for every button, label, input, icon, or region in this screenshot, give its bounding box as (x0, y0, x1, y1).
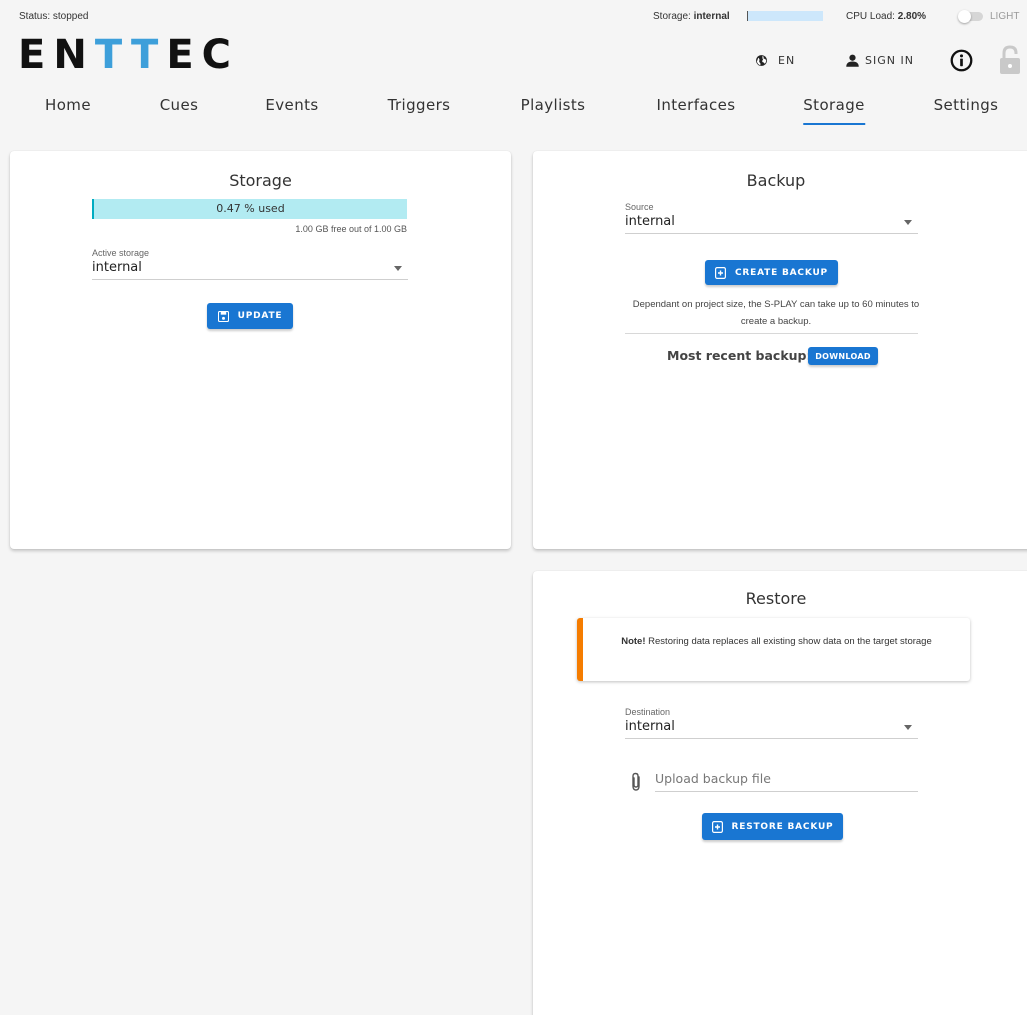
logo-letter: E (18, 32, 54, 78)
file-add-icon (711, 820, 723, 833)
backup-card: Backup Source internal CREATE BACKUP Dep… (533, 151, 1027, 549)
note-bold: Note! (621, 636, 646, 647)
storage-free-text: 1.00 GB free out of 1.00 GB (295, 224, 407, 234)
logo-letter: T (94, 32, 132, 78)
status-text: Status: stopped (19, 11, 89, 22)
upload-backup-input[interactable]: Upload backup file (655, 771, 918, 792)
storage-usage-text: 0.47 % used (216, 202, 285, 215)
tab-interfaces[interactable]: Interfaces (657, 96, 736, 126)
storage-status-value: internal (693, 11, 730, 22)
main-nav: Home Cues Events Triggers Playlists Inte… (0, 96, 1027, 130)
tab-events[interactable]: Events (265, 96, 318, 126)
storage-status-label: Storage: (653, 11, 691, 22)
sign-in-button[interactable]: SIGN IN (845, 52, 914, 68)
storage-mini-bar (747, 11, 823, 21)
sign-in-label: SIGN IN (865, 53, 914, 67)
cpu-value: 2.80% (897, 11, 927, 22)
chevron-down-icon (904, 220, 912, 225)
logo-letter: E (166, 32, 202, 78)
cpu-label: CPU Load: (846, 11, 895, 22)
update-button-label: UPDATE (237, 311, 283, 321)
chevron-down-icon (394, 266, 402, 271)
logo-letter: C (201, 32, 239, 78)
enttec-logo: ENTTEC (18, 32, 239, 78)
tab-home[interactable]: Home (45, 96, 91, 126)
chevron-down-icon (904, 725, 912, 730)
tab-triggers[interactable]: Triggers (388, 96, 451, 126)
restore-card-title: Restore (745, 589, 807, 608)
logo-letter: T (131, 32, 167, 78)
language-selector[interactable]: EN (755, 52, 795, 68)
active-storage-value: internal (92, 260, 142, 275)
tab-cues[interactable]: Cues (160, 96, 199, 126)
theme-label: LIGHT (990, 11, 1020, 22)
create-backup-label: CREATE BACKUP (735, 267, 828, 278)
restore-backup-label: RESTORE BACKUP (731, 821, 834, 832)
restore-card: Restore Note! Restoring data replaces al… (533, 571, 1027, 1015)
active-storage-select[interactable]: internal (92, 260, 408, 280)
source-label: Source (625, 202, 654, 212)
note-body: Restoring data replaces all existing sho… (645, 636, 932, 647)
destination-label: Destination (625, 707, 671, 717)
tab-playlists[interactable]: Playlists (521, 96, 586, 126)
source-value: internal (625, 214, 675, 229)
update-button[interactable]: UPDATE (207, 303, 293, 329)
storage-card-title: Storage (229, 171, 292, 190)
tab-settings[interactable]: Settings (934, 96, 999, 126)
info-icon[interactable] (950, 49, 973, 72)
save-icon (217, 310, 229, 322)
backup-card-title: Backup (746, 171, 806, 190)
create-backup-button[interactable]: CREATE BACKUP (705, 260, 838, 285)
storage-status: Storage: internal (653, 11, 730, 22)
source-select[interactable]: internal (625, 214, 918, 234)
cpu-status: CPU Load: 2.80% (846, 11, 926, 22)
logo-letter: N (53, 32, 95, 78)
backup-note: Dependant on project size, the S-PLAY ca… (632, 299, 920, 327)
restore-warning-note: Note! Restoring data replaces all existi… (577, 618, 970, 681)
destination-value: internal (625, 719, 675, 734)
most-recent-backup-label: Most recent backup: (667, 348, 812, 363)
language-label: EN (778, 53, 796, 67)
storage-card: Storage 0.47 % used 1.00 GB free out of … (10, 151, 511, 549)
restore-backup-button[interactable]: RESTORE BACKUP (702, 813, 843, 840)
tab-storage[interactable]: Storage (803, 96, 865, 126)
user-icon (846, 54, 859, 67)
paperclip-icon[interactable] (629, 772, 643, 792)
theme-toggle-knob (958, 10, 971, 23)
lock-icon[interactable] (999, 45, 1021, 75)
globe-icon (756, 54, 767, 66)
storage-usage-bar: 0.47 % used (92, 199, 407, 219)
restore-warning-text: Note! Restoring data replaces all existi… (593, 634, 960, 650)
backup-divider (625, 333, 918, 334)
status-bar: Status: stopped Storage: internal CPU Lo… (0, 0, 1027, 32)
theme-toggle[interactable] (958, 10, 984, 23)
file-add-icon (715, 266, 727, 279)
download-button[interactable]: DOWNLOAD (808, 347, 878, 365)
destination-select[interactable]: internal (625, 719, 918, 739)
active-storage-label: Active storage (92, 248, 150, 258)
